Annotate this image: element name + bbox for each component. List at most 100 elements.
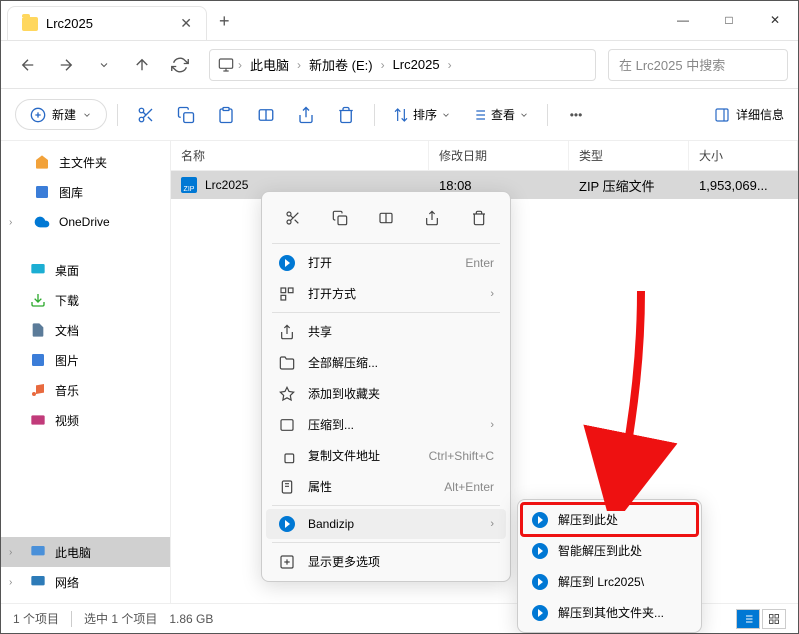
chevron-down-icon[interactable] (87, 48, 121, 82)
sidebar-item-documents[interactable]: 文档 (1, 315, 170, 345)
download-icon (29, 291, 47, 309)
sidebar-item-this-pc[interactable]: › 此电脑 (1, 537, 170, 567)
close-button[interactable]: ✕ (752, 0, 798, 40)
new-tab-button[interactable]: + (219, 11, 230, 32)
sidebar-item-onedrive[interactable]: › OneDrive (1, 207, 170, 237)
chevron-right-icon: › (490, 518, 494, 530)
panel-icon (714, 107, 730, 123)
cloud-icon (33, 213, 51, 231)
sidebar: 主文件夹 图库 › OneDrive 桌面 下载 文档 图片 (1, 141, 171, 603)
details-pane-button[interactable]: 详细信息 (714, 106, 784, 123)
sidebar-item-music[interactable]: 音乐 (1, 375, 170, 405)
ctx-extract-all[interactable]: 全部解压缩... (266, 347, 506, 378)
folder-icon (22, 17, 38, 31)
up-button[interactable] (125, 48, 159, 82)
breadcrumb-item[interactable]: 此电脑 (246, 53, 293, 76)
ctx-show-more[interactable]: 显示更多选项 (266, 546, 506, 577)
rename-button[interactable] (370, 202, 402, 234)
sidebar-item-downloads[interactable]: 下载 (1, 285, 170, 315)
copy-button[interactable] (168, 97, 204, 133)
more-button[interactable]: ••• (558, 97, 594, 133)
share-button[interactable] (416, 202, 448, 234)
delete-button[interactable] (463, 202, 495, 234)
back-button[interactable] (11, 48, 45, 82)
star-icon (278, 386, 296, 402)
sort-label: 排序 (413, 106, 437, 123)
refresh-button[interactable] (163, 48, 197, 82)
chevron-down-icon (441, 110, 451, 120)
view-button[interactable]: 查看 (463, 102, 537, 127)
ctx-copy-path[interactable]: 复制文件地址 Ctrl+Shift+C (266, 440, 506, 471)
paste-button[interactable] (208, 97, 244, 133)
delete-button[interactable] (328, 97, 364, 133)
ctx-compress-to[interactable]: 压缩到... › (266, 409, 506, 440)
sidebar-item-desktop[interactable]: 桌面 (1, 255, 170, 285)
ctx-properties[interactable]: 属性 Alt+Enter (266, 471, 506, 502)
copy-button[interactable] (324, 202, 356, 234)
cut-button[interactable] (277, 202, 309, 234)
column-header-type[interactable]: 类型 (569, 141, 689, 170)
file-name: Lrc2025 (205, 178, 248, 192)
sidebar-item-videos[interactable]: 视频 (1, 405, 170, 435)
maximize-button[interactable]: □ (706, 0, 752, 40)
details-view-toggle[interactable] (736, 609, 760, 629)
chevron-down-icon (519, 110, 529, 120)
chevron-right-icon: › (448, 58, 452, 72)
gallery-icon (33, 183, 51, 201)
bandizip-submenu: 解压到此处 智能解压到此处 解压到 Lrc2025\ 解压到其他文件夹... (517, 499, 702, 633)
window-controls: — □ ✕ (660, 0, 798, 40)
submenu-smart-extract[interactable]: 智能解压到此处 (522, 535, 697, 566)
share-icon (278, 324, 296, 340)
new-button[interactable]: 新建 (15, 99, 107, 130)
column-header-name[interactable]: 名称 (171, 141, 429, 170)
status-size: 1.86 GB (169, 612, 213, 626)
chevron-right-icon[interactable]: › (9, 547, 12, 558)
file-size: 1,953,069... (689, 178, 798, 193)
chevron-right-icon: › (381, 58, 385, 72)
annotation-arrow (571, 281, 691, 511)
forward-button[interactable] (49, 48, 83, 82)
zip-icon: ZIP (181, 177, 197, 193)
extract-icon (278, 355, 296, 371)
cut-button[interactable] (128, 97, 164, 133)
more-icon (278, 554, 296, 570)
desktop-icon (29, 261, 47, 279)
icons-view-toggle[interactable] (762, 609, 786, 629)
bandizip-icon (532, 605, 548, 621)
ctx-share[interactable]: 共享 (266, 316, 506, 347)
ctx-add-favorite[interactable]: 添加到收藏夹 (266, 378, 506, 409)
chevron-right-icon[interactable]: › (9, 577, 12, 588)
share-button[interactable] (288, 97, 324, 133)
submenu-extract-to[interactable]: 解压到 Lrc2025\ (522, 566, 697, 597)
breadcrumb-item[interactable]: Lrc2025 (389, 55, 444, 74)
context-menu: 打开 Enter 打开方式 › 共享 全部解压缩... 添加到收藏夹 压缩到..… (261, 191, 511, 582)
list-icon (471, 107, 487, 123)
chevron-right-icon: › (238, 58, 242, 72)
sidebar-item-pictures[interactable]: 图片 (1, 345, 170, 375)
column-header-date[interactable]: 修改日期 (429, 141, 569, 170)
column-header-size[interactable]: 大小 (689, 141, 798, 170)
view-label: 查看 (491, 106, 515, 123)
home-icon (33, 153, 51, 171)
window-tab[interactable]: Lrc2025 ✕ (7, 6, 207, 40)
sidebar-item-home[interactable]: 主文件夹 (1, 147, 170, 177)
search-input[interactable]: 在 Lrc2025 中搜索 (608, 49, 788, 81)
sort-button[interactable]: 排序 (385, 102, 459, 127)
copy-path-icon (278, 448, 296, 464)
breadcrumb-item[interactable]: 新加卷 (E:) (305, 53, 377, 76)
bandizip-icon (532, 543, 548, 559)
network-icon (29, 573, 47, 591)
open-with-icon (278, 286, 296, 302)
chevron-right-icon[interactable]: › (9, 217, 12, 228)
rename-button[interactable] (248, 97, 284, 133)
ctx-open[interactable]: 打开 Enter (266, 247, 506, 278)
sidebar-item-gallery[interactable]: 图库 (1, 177, 170, 207)
minimize-button[interactable]: — (660, 0, 706, 40)
tab-close-button[interactable]: ✕ (180, 15, 192, 32)
breadcrumb[interactable]: › 此电脑 › 新加卷 (E:) › Lrc2025 › (209, 49, 596, 81)
plus-circle-icon (30, 107, 46, 123)
ctx-open-with[interactable]: 打开方式 › (266, 278, 506, 309)
submenu-extract-other[interactable]: 解压到其他文件夹... (522, 597, 697, 628)
ctx-bandizip[interactable]: Bandizip › (266, 509, 506, 539)
sidebar-item-network[interactable]: › 网络 (1, 567, 170, 597)
